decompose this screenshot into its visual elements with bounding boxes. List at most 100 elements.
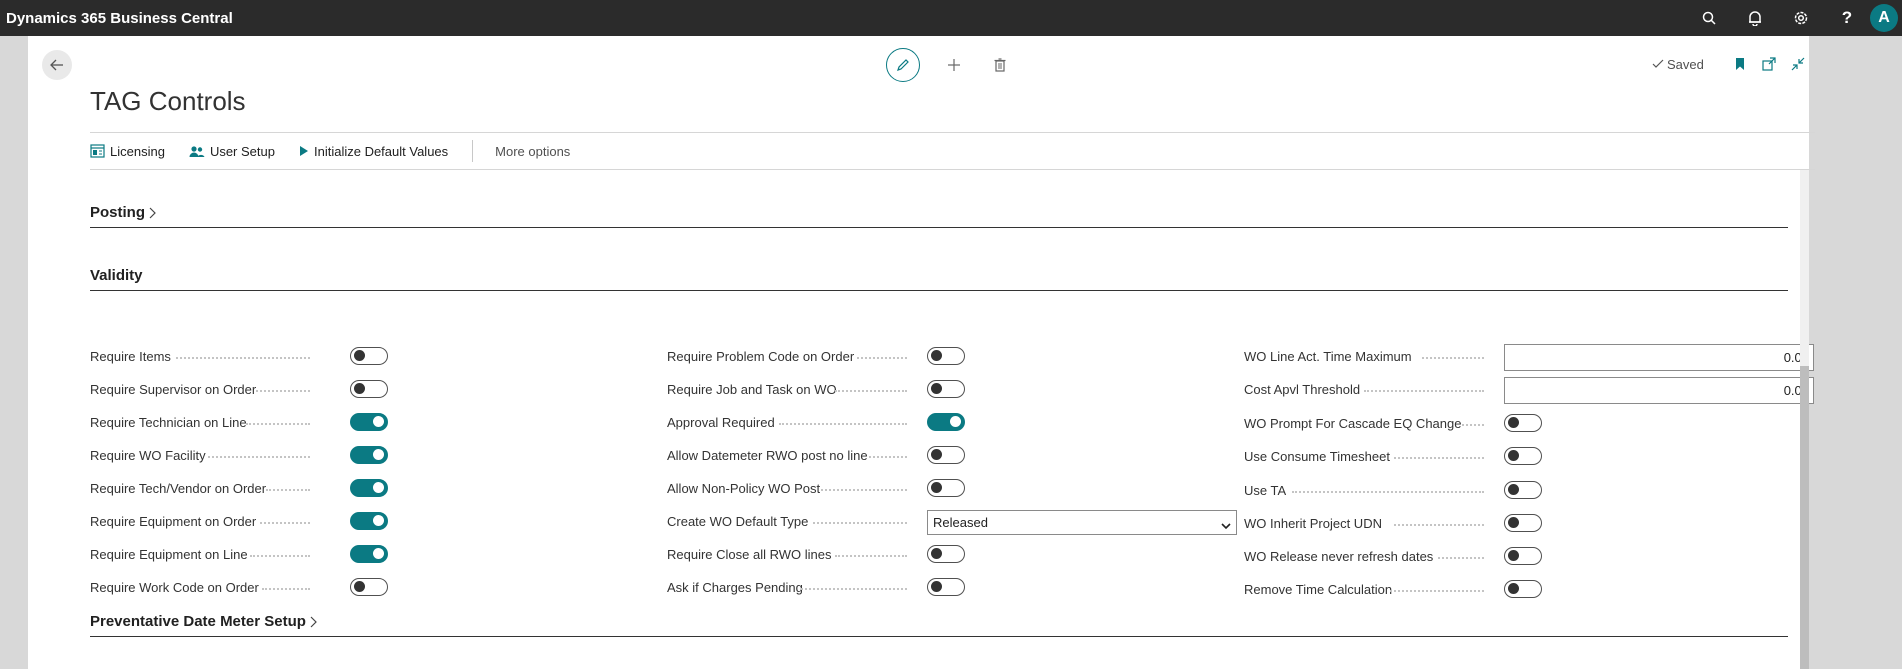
toggle-approval-required[interactable] bbox=[927, 413, 965, 431]
licensing-label: Licensing bbox=[110, 143, 165, 159]
toggle-allow-non-policy-wo-post[interactable] bbox=[927, 479, 965, 497]
toggle-require-tech-vendor-on-order[interactable] bbox=[350, 479, 388, 497]
wo-line-act-time-maximum-input[interactable]: 0.00 bbox=[1504, 344, 1814, 371]
field-wo-line-act-time-maximum: WO Line Act. Time Maximum 0.00 bbox=[1244, 344, 1814, 371]
leader-dots bbox=[1394, 524, 1484, 526]
field-require-equipment-on-line: Require Equipment on Line bbox=[90, 542, 390, 566]
plus-icon bbox=[948, 59, 960, 71]
action-bar: Licensing User Setup Initialize Default … bbox=[90, 132, 1815, 170]
licensing-action[interactable]: Licensing bbox=[90, 144, 165, 159]
bell-icon[interactable] bbox=[1732, 0, 1778, 36]
leader-dots bbox=[1292, 491, 1484, 493]
back-button[interactable] bbox=[42, 50, 72, 80]
collapse-icon[interactable] bbox=[1788, 54, 1808, 74]
field-create-wo-default-type: Create WO Default Type Released bbox=[667, 509, 1237, 535]
initialize-defaults-action[interactable]: Initialize Default Values bbox=[299, 144, 448, 159]
app-title[interactable]: Dynamics 365 Business Central bbox=[6, 10, 233, 27]
open-new-window-icon[interactable] bbox=[1759, 54, 1779, 74]
field-require-equipment-on-order: Require Equipment on Order bbox=[90, 509, 390, 533]
field-use-consume-timesheet: Use Consume Timesheet bbox=[1244, 444, 1814, 468]
field-cost-apvl-threshold: Cost Apvl Threshold 0.00 bbox=[1244, 377, 1814, 404]
preventative-section-title: Preventative Date Meter Setup bbox=[90, 613, 306, 630]
toggle-require-problem-code-on-order[interactable] bbox=[927, 347, 965, 365]
posting-section-header[interactable]: Posting bbox=[90, 204, 1788, 228]
field-require-supervisor-on-order: Require Supervisor on Order bbox=[90, 377, 390, 401]
field-require-work-code-on-order: Require Work Code on Order bbox=[90, 575, 390, 599]
create-wo-default-type-select[interactable]: Released bbox=[927, 510, 1237, 535]
leader-dots bbox=[857, 357, 907, 359]
avatar[interactable]: A bbox=[1870, 4, 1898, 32]
toggle-wo-prompt-cascade-eq-change[interactable] bbox=[1504, 414, 1542, 432]
leader-dots bbox=[1364, 390, 1484, 392]
delete-button[interactable] bbox=[988, 53, 1012, 77]
field-require-job-and-task-on-wo: Require Job and Task on WO bbox=[667, 377, 1227, 401]
toggle-remove-time-calculation[interactable] bbox=[1504, 580, 1542, 598]
toggle-wo-release-never-refresh-dates[interactable] bbox=[1504, 547, 1542, 565]
licensing-icon bbox=[90, 144, 105, 158]
field-require-close-all-rwo-lines: Require Close all RWO lines bbox=[667, 542, 1227, 566]
field-label: WO Release never refresh dates bbox=[1244, 548, 1434, 564]
field-label: Require Technician on Line bbox=[90, 414, 247, 430]
posting-section-title: Posting bbox=[90, 204, 145, 221]
field-allow-datemeter-rwo-post-no-line: Allow Datemeter RWO post no line bbox=[667, 443, 1227, 467]
cost-apvl-threshold-input[interactable]: 0.00 bbox=[1504, 377, 1814, 404]
toggle-require-wo-facility[interactable] bbox=[350, 446, 388, 464]
select-value: Released bbox=[933, 515, 988, 530]
field-label: Require Equipment on Line bbox=[90, 546, 248, 562]
field-require-tech-vendor-on-order: Require Tech/Vendor on Order bbox=[90, 476, 390, 500]
toggle-use-ta[interactable] bbox=[1504, 481, 1542, 499]
more-options-action[interactable]: More options bbox=[495, 144, 570, 159]
bookmark-icon[interactable] bbox=[1730, 54, 1750, 74]
edit-button[interactable] bbox=[886, 48, 920, 82]
field-label: Ask if Charges Pending bbox=[667, 579, 803, 595]
toggle-require-technician-on-line[interactable] bbox=[350, 413, 388, 431]
leader-dots bbox=[835, 555, 907, 557]
field-remove-time-calculation: Remove Time Calculation bbox=[1244, 577, 1814, 601]
toggle-use-consume-timesheet[interactable] bbox=[1504, 447, 1542, 465]
validity-section-header[interactable]: Validity bbox=[90, 267, 1788, 291]
field-label: Require Work Code on Order bbox=[90, 579, 259, 595]
page-status-actions: Saved bbox=[1652, 54, 1817, 74]
app-bar: Dynamics 365 Business Central ? A bbox=[0, 0, 1902, 36]
leader-dots bbox=[821, 489, 907, 491]
field-label: Allow Non-Policy WO Post bbox=[667, 480, 821, 496]
field-label: Require Close all RWO lines bbox=[667, 546, 832, 562]
leader-dots bbox=[256, 390, 310, 392]
leader-dots bbox=[266, 489, 310, 491]
field-label: Remove Time Calculation bbox=[1244, 581, 1393, 597]
leader-dots bbox=[1394, 457, 1484, 459]
app-bar-icons: ? A bbox=[1686, 0, 1902, 36]
field-label: Require Problem Code on Order bbox=[667, 348, 855, 364]
field-require-wo-facility: Require WO Facility bbox=[90, 443, 390, 467]
leader-dots bbox=[1422, 357, 1484, 359]
users-icon bbox=[189, 145, 205, 158]
toggle-allow-datemeter-rwo-post-no-line[interactable] bbox=[927, 446, 965, 464]
field-require-problem-code-on-order: Require Problem Code on Order bbox=[667, 344, 1227, 368]
page-actions bbox=[886, 48, 1012, 82]
field-require-technician-on-line: Require Technician on Line bbox=[90, 410, 390, 434]
toggle-wo-inherit-project-udn[interactable] bbox=[1504, 514, 1542, 532]
toggle-require-items[interactable] bbox=[350, 347, 388, 365]
help-icon[interactable]: ? bbox=[1824, 0, 1870, 36]
saved-label: Saved bbox=[1667, 56, 1704, 72]
check-icon bbox=[1652, 59, 1664, 68]
leader-dots bbox=[869, 456, 907, 458]
toggle-require-close-all-rwo-lines[interactable] bbox=[927, 545, 965, 563]
search-icon[interactable] bbox=[1686, 0, 1732, 36]
chevron-right-icon bbox=[149, 207, 157, 219]
toggle-ask-if-charges-pending[interactable] bbox=[927, 578, 965, 596]
scrollbar-thumb[interactable] bbox=[1800, 366, 1809, 669]
field-require-items: Require Items bbox=[90, 344, 390, 368]
toggle-require-job-and-task-on-wo[interactable] bbox=[927, 380, 965, 398]
toggle-require-equipment-on-line[interactable] bbox=[350, 545, 388, 563]
toggle-require-equipment-on-order[interactable] bbox=[350, 512, 388, 530]
gear-icon[interactable] bbox=[1778, 0, 1824, 36]
field-label: Require Tech/Vendor on Order bbox=[90, 480, 267, 496]
field-label: Require Items bbox=[90, 348, 171, 364]
toggle-require-supervisor-on-order[interactable] bbox=[350, 380, 388, 398]
left-background bbox=[0, 36, 28, 669]
user-setup-action[interactable]: User Setup bbox=[189, 144, 275, 159]
new-button[interactable] bbox=[942, 53, 966, 77]
toggle-require-work-code-on-order[interactable] bbox=[350, 578, 388, 596]
preventative-section-header[interactable]: Preventative Date Meter Setup bbox=[90, 613, 1788, 637]
